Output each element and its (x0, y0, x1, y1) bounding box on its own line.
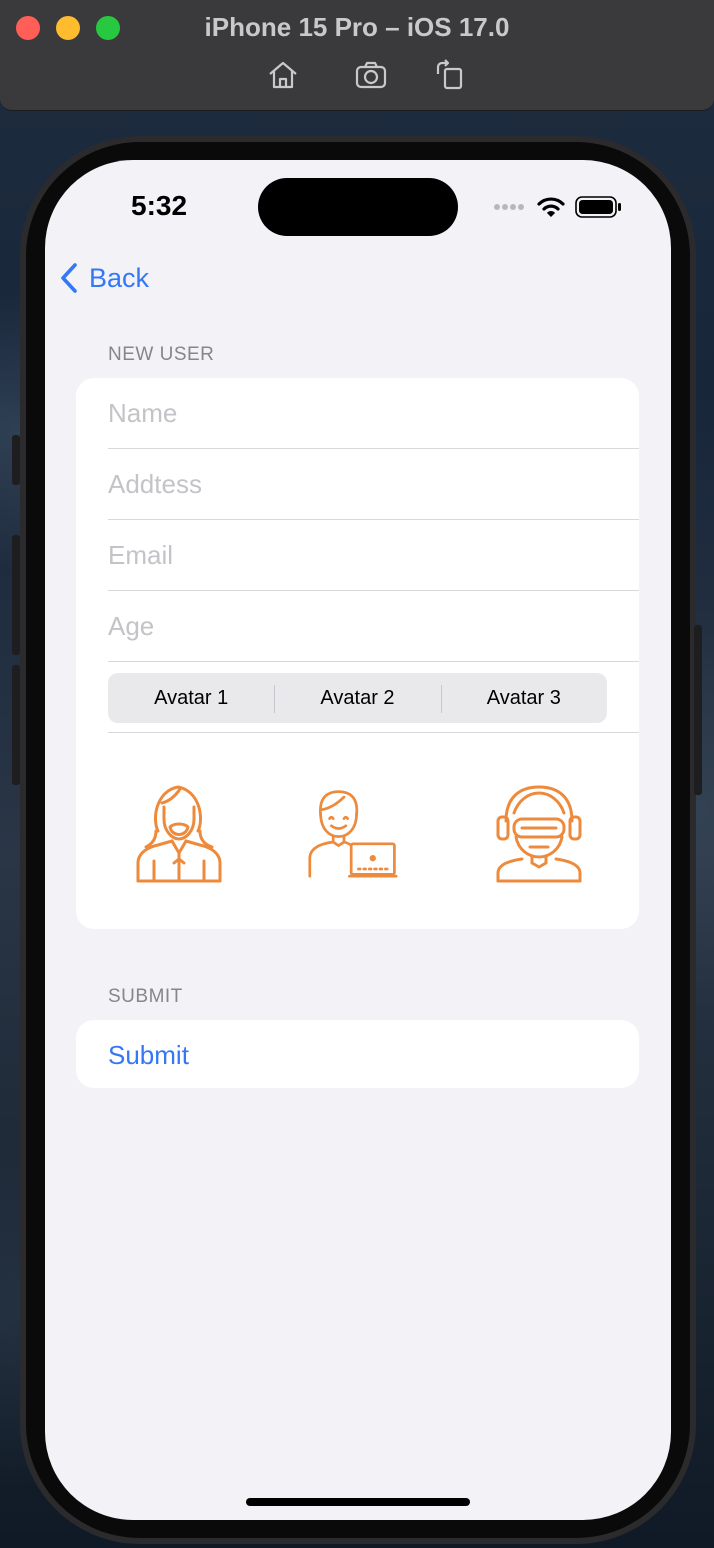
email-field[interactable] (108, 520, 639, 590)
volume-up-button (12, 535, 20, 655)
new-user-card: Avatar 1 Avatar 2 Avatar 3 (76, 378, 639, 929)
window-title: iPhone 15 Pro – iOS 17.0 (204, 12, 510, 42)
avatar-segmented-control[interactable]: Avatar 1 Avatar 2 Avatar 3 (108, 673, 607, 723)
dynamic-island (258, 178, 458, 236)
name-field[interactable] (108, 378, 639, 448)
battery-icon (575, 196, 621, 218)
back-label: Back (89, 262, 150, 293)
submit-button[interactable]: Submit (108, 1020, 189, 1088)
chevron-left-icon (61, 263, 77, 293)
segment-avatar-2[interactable]: Avatar 2 (274, 684, 440, 713)
simulator-titlebar: iPhone 15 Pro – iOS 17.0 (0, 0, 714, 111)
wifi-icon (537, 197, 565, 217)
address-field[interactable] (108, 449, 639, 519)
address-row (108, 449, 639, 520)
rotate-icon[interactable] (434, 58, 468, 92)
avatar-previews (76, 733, 639, 929)
person-with-vr-headset-icon[interactable] (494, 783, 584, 883)
email-row (108, 520, 639, 591)
status-icons (493, 192, 621, 222)
segment-avatar-1[interactable]: Avatar 1 (108, 687, 274, 710)
screenshot-icon[interactable] (354, 58, 388, 92)
age-row (108, 591, 639, 662)
back-button[interactable]: Back (59, 262, 149, 294)
person-with-laptop-icon[interactable] (308, 783, 398, 883)
mute-switch (12, 435, 20, 485)
status-time: 5:32 (131, 190, 188, 221)
cellular-dots-icon (494, 204, 524, 210)
power-button (694, 625, 702, 795)
long-hair-bearded-person-icon[interactable] (134, 783, 224, 883)
segment-avatar-3[interactable]: Avatar 3 (440, 684, 607, 713)
submit-card: Submit (76, 1020, 639, 1088)
new-user-header: NEW USER (108, 344, 215, 365)
volume-down-button (12, 665, 20, 785)
submit-header: SUBMIT (108, 986, 183, 1007)
home-icon[interactable] (266, 58, 300, 92)
age-field[interactable] (108, 591, 639, 661)
name-row (108, 378, 639, 449)
avatar-picker-row: Avatar 1 Avatar 2 Avatar 3 (108, 662, 639, 733)
device-screen: 5:32 Back NEW USER Name Addtess Email Ag… (45, 160, 671, 1520)
home-indicator[interactable] (246, 1498, 470, 1506)
